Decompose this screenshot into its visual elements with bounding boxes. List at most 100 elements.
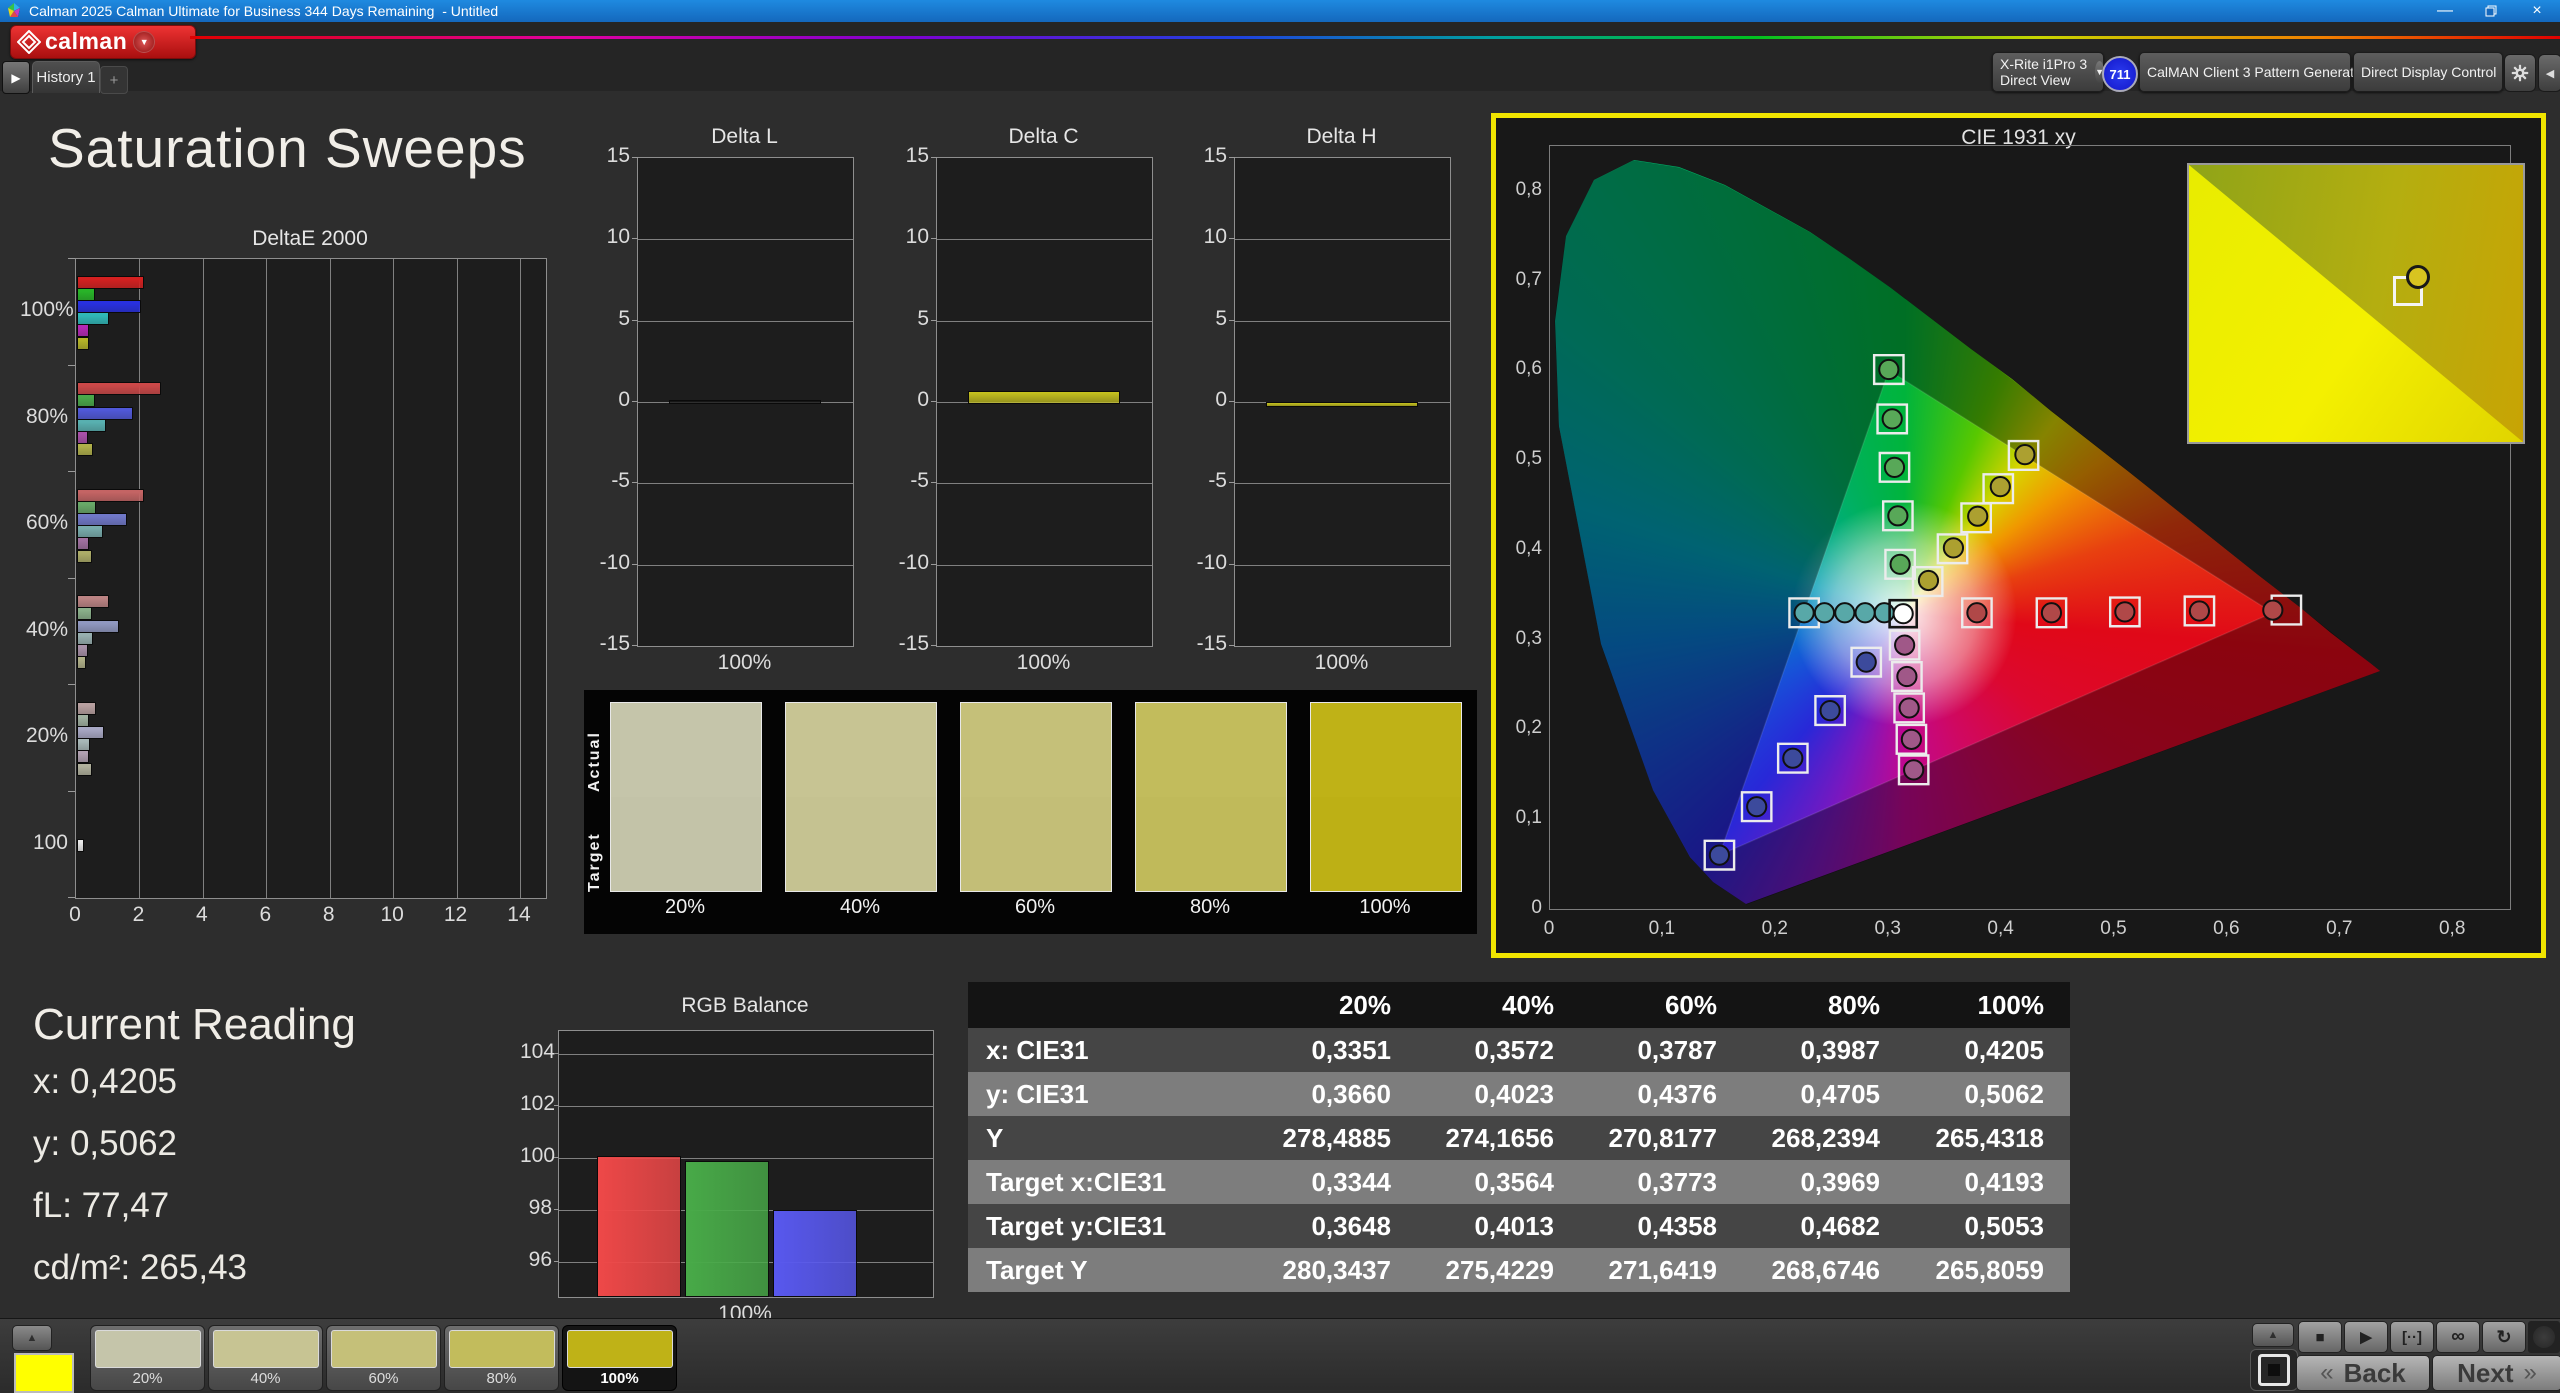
chevron-down-icon: ▼ [133, 31, 155, 53]
deltae-axis-tick [68, 471, 75, 472]
stop-measure-button[interactable]: ■ [2298, 1321, 2342, 1353]
pattern-swatch [567, 1330, 673, 1368]
pattern-button-label: 80% [445, 1370, 558, 1387]
delta-axis-tick [632, 564, 638, 565]
expand-patterns-button[interactable]: ▲ [12, 1325, 52, 1351]
delta-xlabel: 100% [637, 651, 852, 675]
cie-measured-point-yellow [1944, 538, 1963, 557]
refresh-measure-button[interactable]: ↻ [2482, 1321, 2526, 1353]
pattern-generator-dropdown[interactable]: CalMAN Client 3 Pattern Generator ▼ [2139, 52, 2351, 92]
settings-button[interactable] [2504, 54, 2536, 92]
restore-button[interactable] [2468, 0, 2514, 22]
delta-ytick-label: 15 [1187, 144, 1227, 168]
pattern-button-60%[interactable]: 60% [326, 1325, 441, 1391]
table-column-header: 80% [1743, 982, 1906, 1028]
cie-measured-point-red [1967, 603, 1986, 622]
deltae-bar-blue [77, 726, 104, 739]
continuous-measure-button[interactable]: ∞ [2436, 1321, 2480, 1353]
table-cell: 0,3351 [1254, 1028, 1417, 1072]
swatch-column-80% [1135, 702, 1287, 892]
chevrons-right-icon: » [2524, 1359, 2537, 1387]
close-button[interactable]: × [2514, 0, 2560, 22]
delta-axis-tick [632, 645, 638, 646]
pattern-window-button[interactable] [2250, 1349, 2298, 1391]
deltae-bar-cyan [77, 419, 106, 432]
deltae-bar-cyan [77, 632, 93, 645]
delta-axis-tick [632, 482, 638, 483]
window-frame-icon [2258, 1354, 2290, 1386]
pattern-button-20%[interactable]: 20% [90, 1325, 205, 1391]
rgb-gridline [559, 1054, 933, 1055]
play-icon: ▶ [2360, 1328, 2372, 1346]
deltae-gridline [330, 259, 331, 898]
cie-measured-point-yellow [2015, 445, 2034, 464]
rgb-balance-title: RGB Balance [558, 994, 932, 1018]
window-titlebar: Calman 2025 Calman Ultimate for Business… [0, 0, 2560, 22]
swatch-column-60% [960, 702, 1112, 892]
delta-gridline [1235, 483, 1450, 484]
delta-xlabel: 100% [936, 651, 1151, 675]
delta-ytick-label: 0 [889, 388, 929, 412]
pattern-button-80%[interactable]: 80% [444, 1325, 559, 1391]
tab-history-1[interactable]: History 1 [32, 61, 100, 93]
delta-gridline [638, 321, 853, 322]
cie-xtick-label: 0,3 [1858, 918, 1918, 940]
deltae-ytick-label: 40% [20, 618, 68, 642]
table-cell: 265,8059 [1906, 1248, 2070, 1292]
rgb-axis-tick [554, 1157, 559, 1158]
table-row: x: CIE310,33510,35720,37870,39870,4205 [968, 1028, 2070, 1072]
range-measure-button[interactable]: [··] [2390, 1321, 2434, 1353]
next-button-label: Next [2457, 1358, 2513, 1389]
table-cell: 0,3564 [1417, 1160, 1580, 1204]
chevrons-left-icon: « [2320, 1359, 2333, 1387]
actual-row-label: Actual [586, 712, 608, 812]
deltae2000-plot-area [75, 258, 547, 899]
delta-gridline [1235, 239, 1450, 240]
swatch-target [961, 797, 1111, 891]
deltae-bar-green [77, 714, 89, 727]
next-button[interactable]: Next » [2432, 1355, 2560, 1391]
swatch-actual [786, 703, 936, 797]
delta-gridline [638, 239, 853, 240]
table-row: Target x:CIE310,33440,35640,37730,39690,… [968, 1160, 2070, 1204]
deltae-axis-tick [68, 791, 75, 792]
target-row-label: Target [586, 812, 608, 912]
deltae-axis-tick [68, 578, 75, 579]
table-cell: 0,4013 [1417, 1204, 1580, 1248]
delta-gridline [1235, 321, 1450, 322]
expand-transport-button[interactable]: ▲ [2252, 1323, 2294, 1347]
collapse-panel-button[interactable]: ◀ [2538, 54, 2560, 92]
current-reading-y: y: 0,5062 [33, 1124, 177, 1164]
add-tab-button[interactable]: + [100, 66, 128, 94]
play-measure-button[interactable]: ▶ [2344, 1321, 2388, 1353]
cie-measured-point-magenta [1900, 698, 1919, 717]
rainbow-divider [190, 36, 2560, 39]
deltae-gridline [203, 259, 204, 898]
minimize-button[interactable]: — [2422, 0, 2468, 22]
meter-count-badge[interactable]: 711 [2102, 56, 2138, 92]
tab-scroll-button[interactable]: ▶ [2, 61, 30, 94]
table-cell: 274,1656 [1417, 1116, 1580, 1160]
delta-c-chart-title: Delta C [936, 125, 1151, 149]
rgb-balance-chart: RGB Balance 100% 1041021009896 [520, 988, 960, 1333]
deltae-axis-tick [68, 684, 75, 685]
cie-measured-point-yellow [1991, 477, 2010, 496]
cie-measured-point-green [1885, 458, 1904, 477]
delta-h-chart-title: Delta H [1234, 125, 1449, 149]
rgb-balance-plot-area [558, 1030, 934, 1298]
deltae-bar-yellow [77, 337, 89, 350]
calman-menu-button[interactable]: calman ▼ [10, 25, 196, 59]
pattern-button-100%[interactable]: 100% [562, 1325, 677, 1391]
cie-xtick-label: 0,8 [2422, 918, 2482, 940]
pattern-button-40%[interactable]: 40% [208, 1325, 323, 1391]
deltae2000-chart: DeltaE 2000 02468101214100%80%60%40%20%1… [20, 225, 580, 935]
table-cell: 0,3987 [1743, 1028, 1906, 1072]
table-row-label: Target x:CIE31 [968, 1160, 1254, 1204]
meter-dropdown[interactable]: X-Rite i1Pro 3 Direct View ▼ [1992, 52, 2104, 92]
meter-name: X-Rite i1Pro 3 [2000, 56, 2087, 72]
cie-xtick-label: 0 [1519, 918, 1579, 940]
display-control-dropdown[interactable]: Direct Display Control ▼ [2353, 52, 2503, 92]
back-button[interactable]: « Back [2296, 1355, 2430, 1391]
deltae-bar-green [77, 288, 95, 301]
deltae-ytick-label: 80% [20, 405, 68, 429]
